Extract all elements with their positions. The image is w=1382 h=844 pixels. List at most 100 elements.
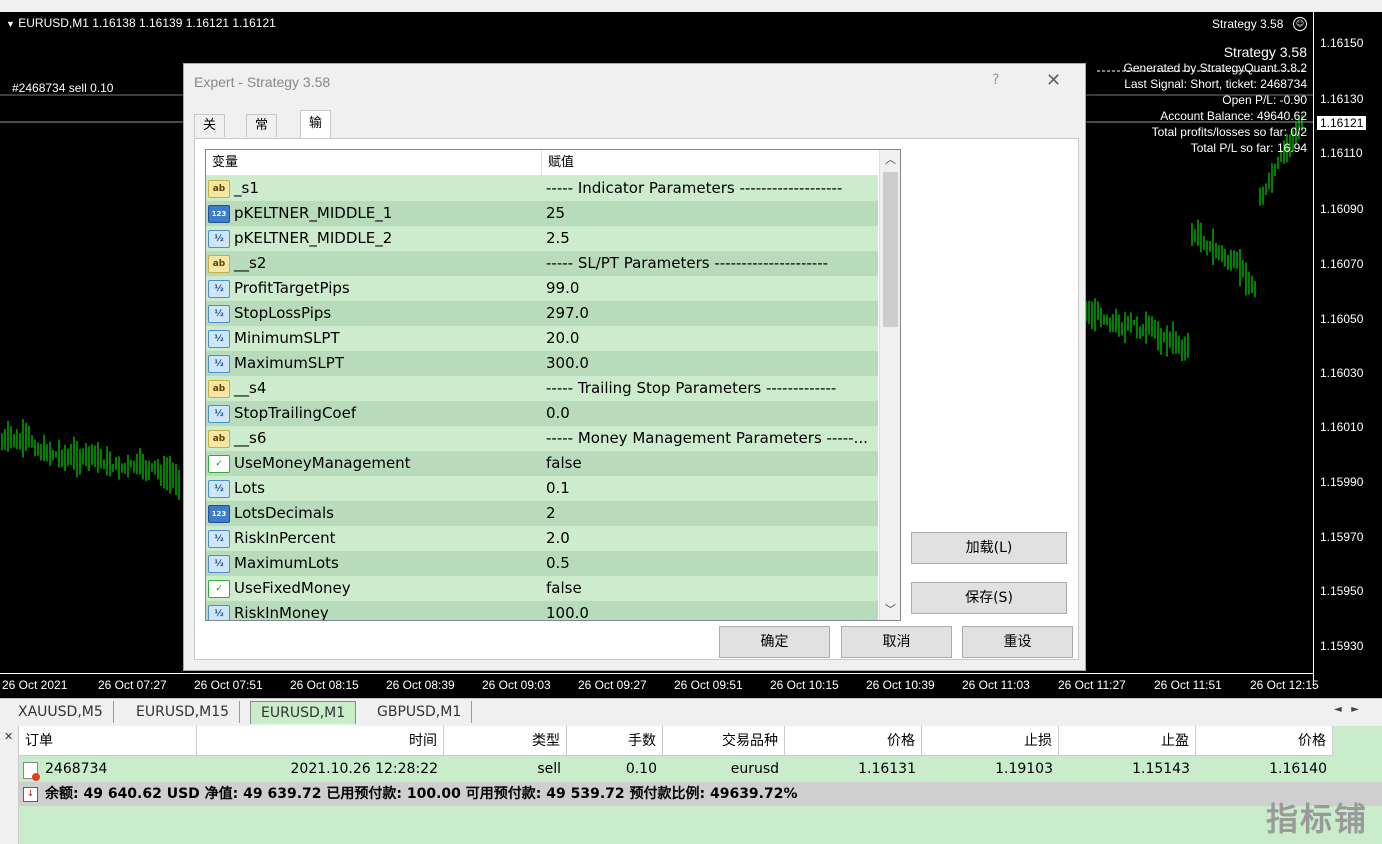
parameter-value[interactable]: 300.0 [546,351,876,376]
time-tick-label: 26 Oct 10:39 [866,678,935,692]
parameter-row[interactable]: ✓ UseMoneyManagement false [206,451,878,476]
parameter-row[interactable]: ½ MaximumSLPT 300.0 [206,351,878,376]
expert-smiley-icon: ☺ [1293,17,1307,31]
time-tick-label: 26 Oct 12:15 [1250,678,1319,692]
string-type-icon: ab [208,180,230,198]
parameter-value[interactable]: 100.0 [546,601,876,620]
order-tp[interactable]: 1.15143 [1059,757,1196,782]
parameter-value[interactable]: 297.0 [546,301,876,326]
ok-button[interactable]: 确定 [719,626,830,658]
chart-tab-gbpusd-m1[interactable]: GBPUSD,M1 [367,701,473,723]
parameter-row[interactable]: ½ Lots 0.1 [206,476,878,501]
parameter-value[interactable]: false [546,576,876,601]
parameter-name: LotsDecimals [234,504,334,522]
close-icon[interactable]: ✕ [1046,70,1061,91]
scroll-up-icon[interactable]: ︿ [880,150,900,170]
parameter-row[interactable]: ab _s1 ----- Indicator Parameters --------… [206,176,878,201]
time-tick-label: 26 Oct 07:27 [98,678,167,692]
order-price[interactable]: 1.16131 [785,757,922,782]
boolean-type-icon: ✓ [208,580,230,598]
tab-common[interactable]: 常用 [246,114,278,155]
parameter-value[interactable]: ----- SL/PT Parameters -----------------… [546,251,876,276]
parameter-row[interactable]: ½ RiskInPercent 2.0 [206,526,878,551]
parameter-value[interactable]: 99.0 [546,276,876,301]
scroll-down-icon[interactable]: ﹀ [880,600,900,620]
parameter-row[interactable]: ½ MaximumLots 0.5 [206,551,878,576]
parameter-row[interactable]: ½ StopTrailingCoef 0.0 [206,401,878,426]
double-type-icon: ½ [208,530,230,548]
parameter-value[interactable]: 2.5 [546,226,876,251]
column-variable[interactable]: 变量 [206,150,238,175]
string-type-icon: ab [208,255,230,273]
chart-tab-eurusd-m15[interactable]: EURUSD,M15 [126,701,241,723]
chart-tab-eurusd-m1[interactable]: EURUSD,M1 [250,701,357,724]
column-value[interactable]: 赋值 [542,150,574,175]
parameter-value[interactable]: false [546,451,876,476]
parameter-row[interactable]: ab __s2 ----- SL/PT Parameters -----------… [206,251,878,276]
parameter-value[interactable]: 20.0 [546,326,876,351]
header-order[interactable]: 订单 [19,726,197,756]
header-type[interactable]: 类型 [444,726,567,756]
tab-about[interactable]: 关于 [194,114,226,155]
parameter-row[interactable]: ½ RiskInMoney 100.0 [206,601,878,620]
header-time[interactable]: 时间 [197,726,444,756]
save-button[interactable]: 保存(S) [911,582,1067,614]
boolean-type-icon: ✓ [208,455,230,473]
double-type-icon: ½ [208,405,230,423]
overlay-line: Strategy 3.58 [1223,44,1307,60]
parameter-value[interactable]: 0.0 [546,401,876,426]
chart-tab-xauusd-m5[interactable]: XAUUSD,M5 [8,701,114,723]
tab-scroll-arrows-icon[interactable]: ◄ ► [1334,704,1359,715]
dialog-title: Expert - Strategy 3.58 [194,74,331,90]
parameter-row[interactable]: ✓ UseFixedMoney false [206,576,878,601]
cancel-button[interactable]: 取消 [841,626,952,658]
parameter-value[interactable]: ----- Money Management Parameters -----.… [546,426,876,451]
order-time[interactable]: 2021.10.26 12:28:22 [197,757,444,782]
parameter-row[interactable]: ½ ProfitTargetPips 99.0 [206,276,878,301]
order-current-price[interactable]: 1.16140 [1196,757,1333,782]
help-button[interactable]: ? [992,72,999,88]
header-sl[interactable]: 止损 [922,726,1059,756]
order-symbol[interactable]: eurusd [663,757,785,782]
parameter-row[interactable]: 123 pKELTNER_MIDDLE_1 25 [206,201,878,226]
tab-inputs[interactable]: 输入参数 [300,110,332,209]
load-button[interactable]: 加载(L) [911,532,1067,564]
parameter-value[interactable]: 0.1 [546,476,876,501]
terminal-close-icon[interactable]: ✕ [4,730,13,743]
order-type[interactable]: sell [444,757,567,782]
order-sl[interactable]: 1.19103 [922,757,1059,782]
parameter-row[interactable]: 123 LotsDecimals 2 [206,501,878,526]
reset-button[interactable]: 重设 [962,626,1073,658]
parameter-row[interactable]: ½ StopLossPips 297.0 [206,301,878,326]
header-symbol[interactable]: 交易品种 [663,726,785,756]
parameter-value[interactable]: ----- Trailing Stop Parameters ---------… [546,376,876,401]
double-type-icon: ½ [208,305,230,323]
parameter-row[interactable]: ab __s4 ----- Trailing Stop Parameters ---… [206,376,878,401]
integer-type-icon: 123 [208,205,230,223]
parameter-value[interactable]: 0.5 [546,551,876,576]
price-tick-label: 1.16150 [1320,36,1364,50]
header-price[interactable]: 价格 [785,726,922,756]
parameter-row[interactable]: ½ MinimumSLPT 20.0 [206,326,878,351]
parameter-value[interactable]: 25 [546,201,876,226]
parameter-value[interactable]: 2.0 [546,526,876,551]
balance-icon: ↓ [23,787,38,802]
price-tick-label: 1.16010 [1320,420,1364,434]
parameter-row[interactable]: ab __s6 ----- Money Management Parameters … [206,426,878,451]
header-tp[interactable]: 止盈 [1059,726,1196,756]
parameter-value[interactable]: ----- Indicator Parameters -------------… [546,176,876,201]
double-type-icon: ½ [208,555,230,573]
order-id[interactable]: 2468734 [39,757,197,782]
vertical-scrollbar[interactable]: ︿ ﹀ [879,150,900,620]
time-tick-label: 26 Oct 09:03 [482,678,551,692]
order-lots[interactable]: 0.10 [567,757,663,782]
parameter-value[interactable]: 2 [546,501,876,526]
parameter-row[interactable]: ½ pKELTNER_MIDDLE_2 2.5 [206,226,878,251]
header-lots[interactable]: 手数 [567,726,663,756]
order-icon [23,762,40,781]
header-current-price[interactable]: 价格 [1196,726,1333,756]
overlay-line: Total P/L so far: 16.94 [1190,141,1307,155]
overlay-line: Generated by StrategyQuant 3.8.2 [1123,61,1307,75]
scroll-thumb[interactable] [883,172,898,327]
price-tick-label: 1.15930 [1320,639,1364,653]
